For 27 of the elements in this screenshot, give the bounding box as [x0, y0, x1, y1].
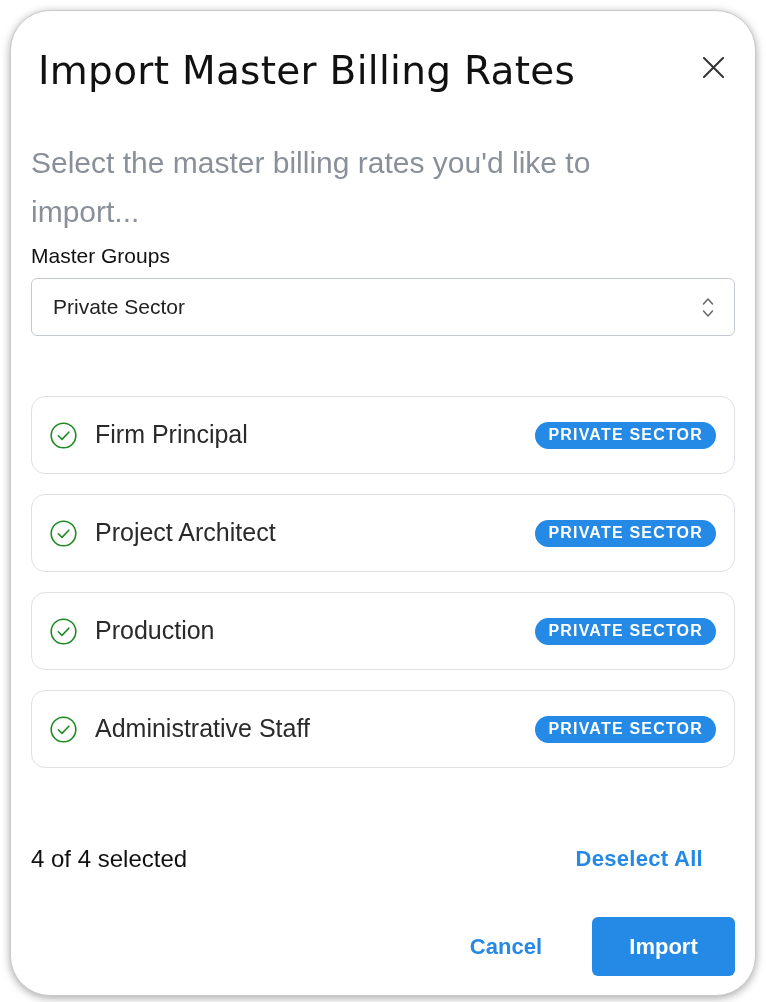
check-circle-icon[interactable] [50, 421, 77, 449]
rate-item[interactable]: Project Architect PRIVATE SECTOR [31, 494, 735, 572]
rate-name: Production [95, 615, 216, 647]
cancel-button[interactable]: Cancel [459, 917, 552, 976]
check-circle-icon[interactable] [50, 519, 77, 547]
rate-name: Firm Principal [95, 419, 249, 451]
chevron-up-down-icon [702, 296, 714, 318]
check-circle-icon[interactable] [50, 617, 77, 645]
field-label: Master Groups [31, 243, 170, 269]
sector-badge: PRIVATE SECTOR [535, 519, 716, 547]
rate-item[interactable]: Administrative Staff PRIVATE SECTOR [31, 690, 735, 768]
dialog-title: Import Master Billing Rates [38, 48, 576, 94]
close-icon [702, 56, 724, 78]
sector-badge: PRIVATE SECTOR [535, 421, 716, 449]
rate-item[interactable]: Production PRIVATE SECTOR [31, 592, 735, 670]
import-button[interactable]: Import [592, 917, 735, 976]
sector-badge: PRIVATE SECTOR [535, 617, 716, 645]
rate-name: Administrative Staff [95, 713, 311, 745]
deselect-all-link[interactable]: Deselect All [575, 843, 703, 875]
rate-item[interactable]: Firm Principal PRIVATE SECTOR [31, 396, 735, 474]
select-value: Private Sector [53, 294, 185, 321]
sector-badge: PRIVATE SECTOR [535, 715, 716, 743]
selection-count: 4 of 4 selected [31, 844, 188, 874]
master-groups-select[interactable]: Private Sector [31, 278, 735, 336]
check-circle-icon[interactable] [50, 715, 77, 743]
rate-name: Project Architect [95, 517, 277, 549]
dialog-subtitle: Select the master billing rates you'd like to import... [31, 145, 592, 230]
